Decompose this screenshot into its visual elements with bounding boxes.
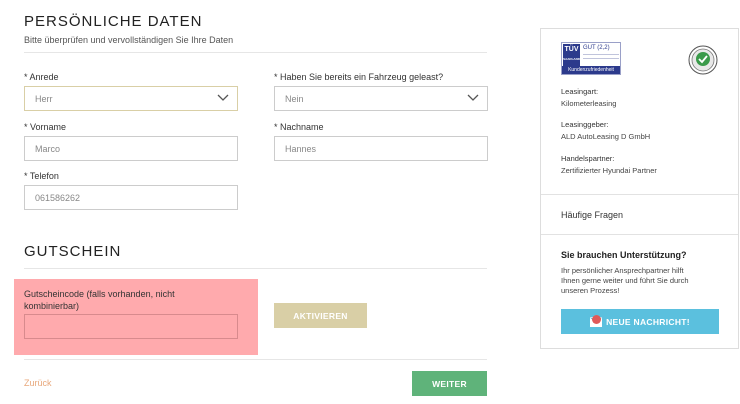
leasinggeber-value: ALD AutoLeasing D GmbH	[561, 132, 651, 141]
tuv-brand-sub: SAARLAND	[563, 57, 580, 61]
voucher-code-label: Gutscheincode (falls vorhanden, nicht ko…	[24, 288, 175, 312]
voucher-code-label-line1: Gutscheincode (falls vorhanden, nicht	[24, 289, 175, 299]
faq-link[interactable]: Häufige Fragen	[561, 210, 623, 220]
voucher-code-input[interactable]	[24, 314, 238, 339]
tuv-rule	[583, 54, 619, 55]
tuv-caption: Kundenzufriedenheit	[562, 66, 620, 74]
tuv-grade: GUT (2,2)	[583, 45, 610, 51]
handelspartner-label: Handelspartner:	[561, 154, 615, 163]
tuv-rule	[583, 58, 619, 59]
vorname-value: Marco	[35, 143, 61, 154]
new-message-button[interactable]: NEUE NACHRICHT!	[561, 309, 719, 334]
voucher-code-label-line2: kombinierbar)	[24, 301, 80, 311]
telefon-value: 061586262	[35, 192, 81, 203]
leasingart-label: Leasingart:	[561, 87, 599, 96]
geleast-select[interactable]: Nein	[274, 86, 488, 111]
anrede-value: Herr	[35, 93, 53, 104]
notification-dot	[592, 315, 601, 324]
telefon-label: * Telefon	[24, 171, 59, 181]
leasingart-value: Kilometerleasing	[561, 99, 617, 108]
nachname-input[interactable]: Hannes	[274, 136, 488, 161]
next-button[interactable]: WEITER	[412, 371, 487, 396]
support-text-line2: Ihnen gerne weiter und führt Sie durch	[561, 276, 689, 285]
section-divider	[24, 268, 487, 269]
geleast-value: Nein	[285, 93, 304, 104]
nachname-label: * Nachname	[274, 122, 324, 132]
new-message-label: NEUE NACHRICHT!	[606, 316, 690, 327]
section-divider	[24, 359, 487, 360]
chevron-down-icon	[217, 94, 229, 101]
sidebar-card	[540, 28, 739, 349]
vorname-label: * Vorname	[24, 122, 67, 132]
handelspartner-value: Zertifizierter Hyundai Partner	[561, 166, 657, 175]
personal-data-title: PERSÖNLICHE DATEN	[24, 13, 203, 30]
tuv-logo: TÜV SAARLAND	[563, 44, 580, 66]
voucher-title: GUTSCHEIN	[24, 243, 122, 260]
leasinggeber-label: Leasinggeber:	[561, 120, 609, 129]
section-divider	[24, 52, 487, 53]
vorname-input[interactable]: Marco	[24, 136, 238, 161]
quality-seal-icon	[688, 45, 718, 75]
support-text: Ihr persönlicher Ansprechpartner hilft I…	[561, 266, 689, 296]
nachname-value: Hannes	[285, 143, 317, 154]
personal-data-subtitle: Bitte überprüfen und vervollständigen Si…	[24, 35, 234, 45]
activate-button[interactable]: AKTIVIEREN	[274, 303, 367, 328]
geleast-label: * Haben Sie bereits ein Fahrzeug geleast…	[274, 72, 444, 82]
card-divider	[541, 234, 738, 235]
support-title: Sie brauchen Unterstützung?	[561, 250, 687, 260]
tuv-brand: TÜV	[564, 46, 579, 53]
anrede-label: * Anrede	[24, 72, 59, 82]
card-divider	[541, 194, 738, 195]
telefon-input[interactable]: 061586262	[24, 185, 238, 210]
back-link[interactable]: Zurück	[24, 378, 52, 388]
support-text-line3: unseren Prozess!	[561, 286, 620, 295]
tuv-badge: TÜV SAARLAND GUT (2,2) Kundenzufriedenhe…	[561, 42, 621, 75]
anrede-select[interactable]: Herr	[24, 86, 238, 111]
support-text-line1: Ihr persönlicher Ansprechpartner hilft	[561, 266, 684, 275]
chevron-down-icon	[467, 94, 479, 101]
